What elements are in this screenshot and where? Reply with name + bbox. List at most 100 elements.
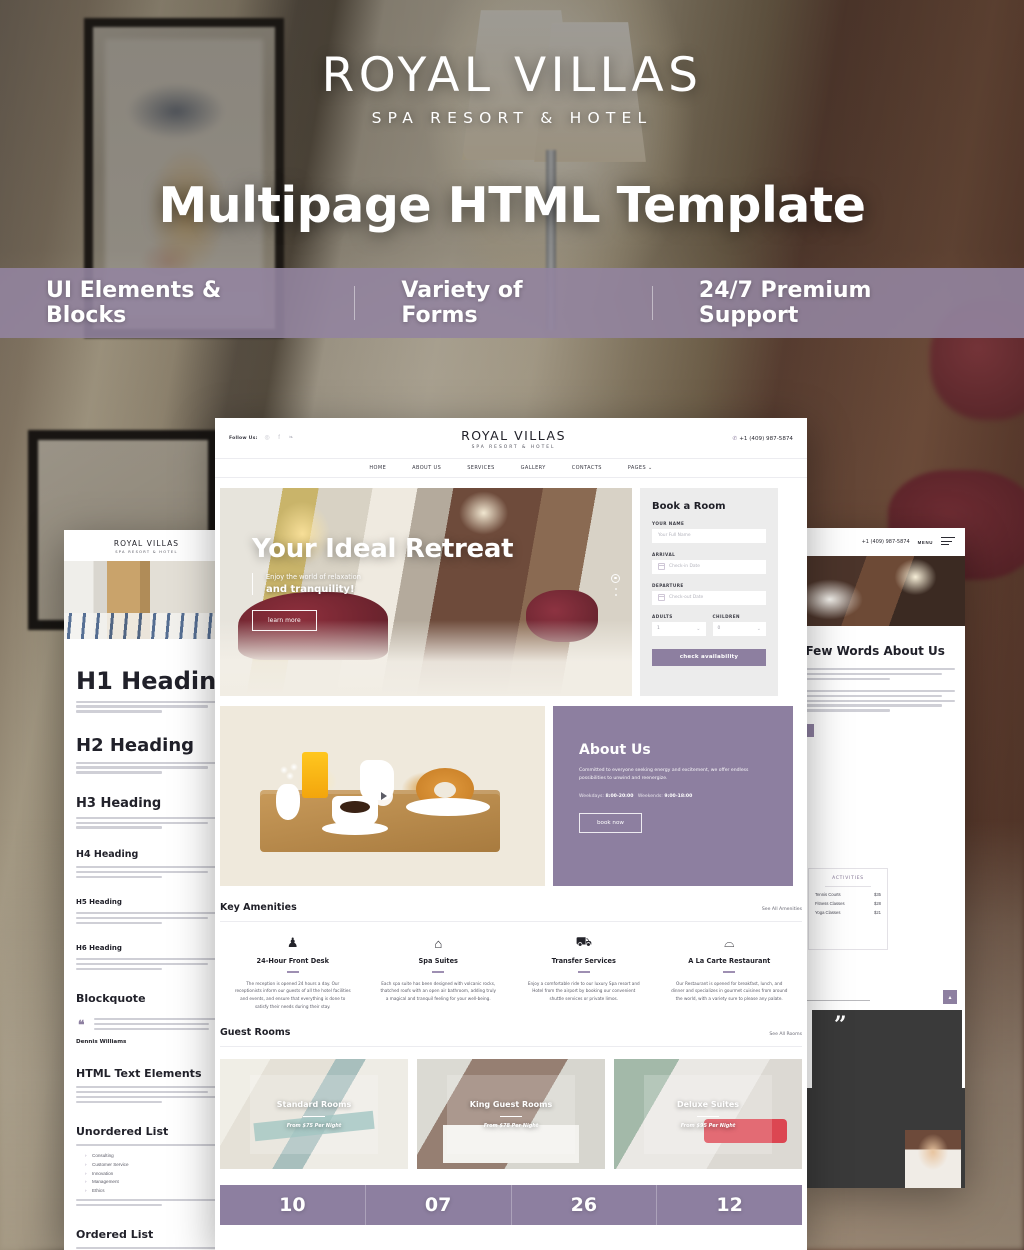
social-links[interactable]: ◎ f ❧ xyxy=(264,435,295,442)
divider xyxy=(220,920,802,922)
nav-item-pages[interactable]: PAGES ⌄ xyxy=(628,465,653,471)
testimonial-quote-block xyxy=(812,1010,962,1130)
activity-price: $35 xyxy=(874,891,881,897)
amenity-title: A La Carte Restaurant xyxy=(688,957,771,966)
plate-decor xyxy=(406,797,490,816)
right-mockup-title: A Few Words About Us xyxy=(800,643,945,658)
left-typography-mockup[interactable]: ROYAL VILLAS SPA RESORT & HOTEL H1 Headi… xyxy=(64,530,229,1250)
mockup-navigation[interactable]: HOME ABOUT US SERVICES GALLERY CONTACTS … xyxy=(215,457,807,478)
blockquote: ❝ xyxy=(76,1017,219,1032)
nav-item-contacts[interactable]: CONTACTS xyxy=(572,465,602,471)
paragraph-block xyxy=(76,865,219,878)
nav-item-home[interactable]: HOME xyxy=(369,465,386,471)
see-all-amenities-link[interactable]: See All Amenities xyxy=(762,907,802,912)
table-row: Fitness Classes $28 xyxy=(815,901,881,906)
amenity-card-transfer-services: ⛟ Transfer Services Enjoy a comfortable … xyxy=(511,934,657,1010)
nav-item-services[interactable]: SERVICES xyxy=(467,465,494,471)
paragraph-block xyxy=(76,761,219,774)
play-button-icon[interactable] xyxy=(372,785,393,806)
see-all-rooms-link[interactable]: See All Rooms xyxy=(769,1032,802,1037)
slider-pagination[interactable] xyxy=(611,573,620,600)
amenity-text: Enjoy a comfortable ride to our luxury S… xyxy=(527,980,640,1002)
hero-header: ROYAL VILLAS SPA RESORT & HOTEL Multipag… xyxy=(0,0,1024,234)
paragraph-block xyxy=(800,667,955,680)
divider xyxy=(432,971,445,973)
right-about-mockup[interactable]: +1 (409) 987-5874 MENU A Few Words About… xyxy=(800,528,965,1188)
main-homepage-mockup[interactable]: Follow Us: ◎ f ❧ ROYAL VILLAS SPA RESORT… xyxy=(215,418,807,1250)
right-mockup-menu-label[interactable]: MENU xyxy=(918,540,933,545)
twitter-icon[interactable]: ❧ xyxy=(288,435,295,442)
divider xyxy=(825,886,871,887)
hamburger-menu-icon[interactable] xyxy=(941,537,955,548)
amenity-card-front-desk: ♟ 24-Hour Front Desk The reception is op… xyxy=(220,935,366,1010)
weekdays-value: 8:00-20:00 xyxy=(605,793,634,799)
amenities-section: Key Amenities See All Amenities ♟ 24-Hou… xyxy=(215,886,807,1011)
children-select[interactable]: 0 ⌄ xyxy=(712,621,766,636)
counter-value: 26 xyxy=(512,1185,658,1226)
amenity-title: 24-Hour Front Desk xyxy=(256,957,329,966)
guests-row: ADULTS 1 ⌄ CHILDREN 0 ⌄ xyxy=(652,605,766,636)
check-availability-button[interactable]: check availability xyxy=(652,648,766,666)
hero-slider[interactable]: Your Ideal Retreat Enjoy the world of re… xyxy=(220,487,632,696)
rooms-section: Guest Rooms See All Rooms Standard Rooms… xyxy=(215,1011,807,1170)
room-card-king[interactable]: King Guest Rooms From $78 Per Night xyxy=(417,1059,605,1170)
nav-item-gallery[interactable]: GALLERY xyxy=(521,465,546,471)
rooms-title: Guest Rooms xyxy=(220,1026,291,1038)
amenity-title: Transfer Services xyxy=(551,957,616,966)
testimonial-avatar xyxy=(905,1130,961,1188)
table-row: Yoga Classes $21 xyxy=(815,910,881,915)
scroll-to-top-icon[interactable]: ▴ xyxy=(943,990,957,1004)
restaurant-cloche-icon: ⌓ xyxy=(724,935,735,951)
hero-subtitle-line2: and tranquility! xyxy=(266,583,355,595)
nav-item-about-us[interactable]: ABOUT US xyxy=(412,465,441,471)
arrival-label: ARRIVAL xyxy=(652,551,676,557)
list-item: Consulting xyxy=(85,1153,219,1158)
slider-dot-active[interactable] xyxy=(611,573,620,583)
instagram-icon[interactable]: ◎ xyxy=(264,435,271,442)
divider xyxy=(220,1045,802,1047)
book-now-button[interactable]: book now xyxy=(579,812,642,833)
heading-h6: H6 Heading xyxy=(76,943,122,952)
paragraph-block xyxy=(800,689,955,712)
adults-select[interactable]: 1 ⌄ xyxy=(652,621,706,636)
arrival-input[interactable]: Check-in Date xyxy=(652,559,766,574)
list-item: Customer Service xyxy=(85,1162,219,1167)
learn-more-button[interactable]: learn more xyxy=(252,609,317,631)
amenities-header: Key Amenities See All Amenities xyxy=(220,902,802,913)
room-price: From $95 Per Night xyxy=(680,1122,736,1129)
list-item: Management xyxy=(85,1179,219,1184)
room-card-standard[interactable]: Standard Rooms From $75 Per Night xyxy=(220,1059,408,1170)
flowers-decor xyxy=(278,761,302,784)
room-card-overlay: Standard Rooms From $75 Per Night xyxy=(220,1059,408,1170)
heading-h5: H5 Heading xyxy=(76,897,122,906)
arrival-placeholder: Check-in Date xyxy=(669,564,700,569)
activity-name: Fitness Classes xyxy=(815,900,845,906)
departure-input[interactable]: Check-out Date xyxy=(652,590,766,605)
slider-dot[interactable] xyxy=(614,593,617,596)
right-mockup-banner-image xyxy=(800,555,965,626)
left-mockup-content: H1 Heading H2 Heading H3 Heading H4 Head… xyxy=(64,639,229,1250)
left-mockup-banner-image xyxy=(64,560,229,639)
slider-dot[interactable] xyxy=(614,587,617,590)
follow-us-label: Follow Us: xyxy=(229,436,258,442)
room-card-deluxe[interactable]: Deluxe Suites From $95 Per Night xyxy=(614,1059,802,1170)
your-name-input[interactable]: Your Full Name xyxy=(652,528,766,543)
divider xyxy=(286,971,299,973)
facebook-icon[interactable]: f xyxy=(276,435,283,442)
about-us-hours: Weekdays: 8:00-20:00 Weekends: 9:00-18:0… xyxy=(579,794,767,799)
list-item: Ethics xyxy=(85,1188,219,1193)
booking-form-title: Book a Room xyxy=(652,500,726,512)
mockup-topbar: Follow Us: ◎ f ❧ ROYAL VILLAS SPA RESORT… xyxy=(215,418,807,458)
breakfast-video-thumbnail[interactable] xyxy=(220,705,545,886)
heading-h2: H2 Heading xyxy=(76,734,195,756)
amenity-title: Spa Suites xyxy=(418,957,458,966)
brand-subtitle: SPA RESORT & HOTEL xyxy=(371,109,653,127)
paragraph-block xyxy=(76,1144,219,1147)
divider xyxy=(303,1115,325,1117)
coffee-cup-decor xyxy=(332,795,378,828)
mockup-phone-number[interactable]: ✆ +1 (409) 987-5874 xyxy=(733,436,793,442)
chevron-down-icon: ⌄ xyxy=(696,625,701,632)
activity-name: Yoga Classes xyxy=(815,910,841,916)
phone-text: +1 (409) 987-5874 xyxy=(739,435,793,442)
booking-form[interactable]: Book a Room YOUR NAME Your Full Name ARR… xyxy=(640,487,778,696)
